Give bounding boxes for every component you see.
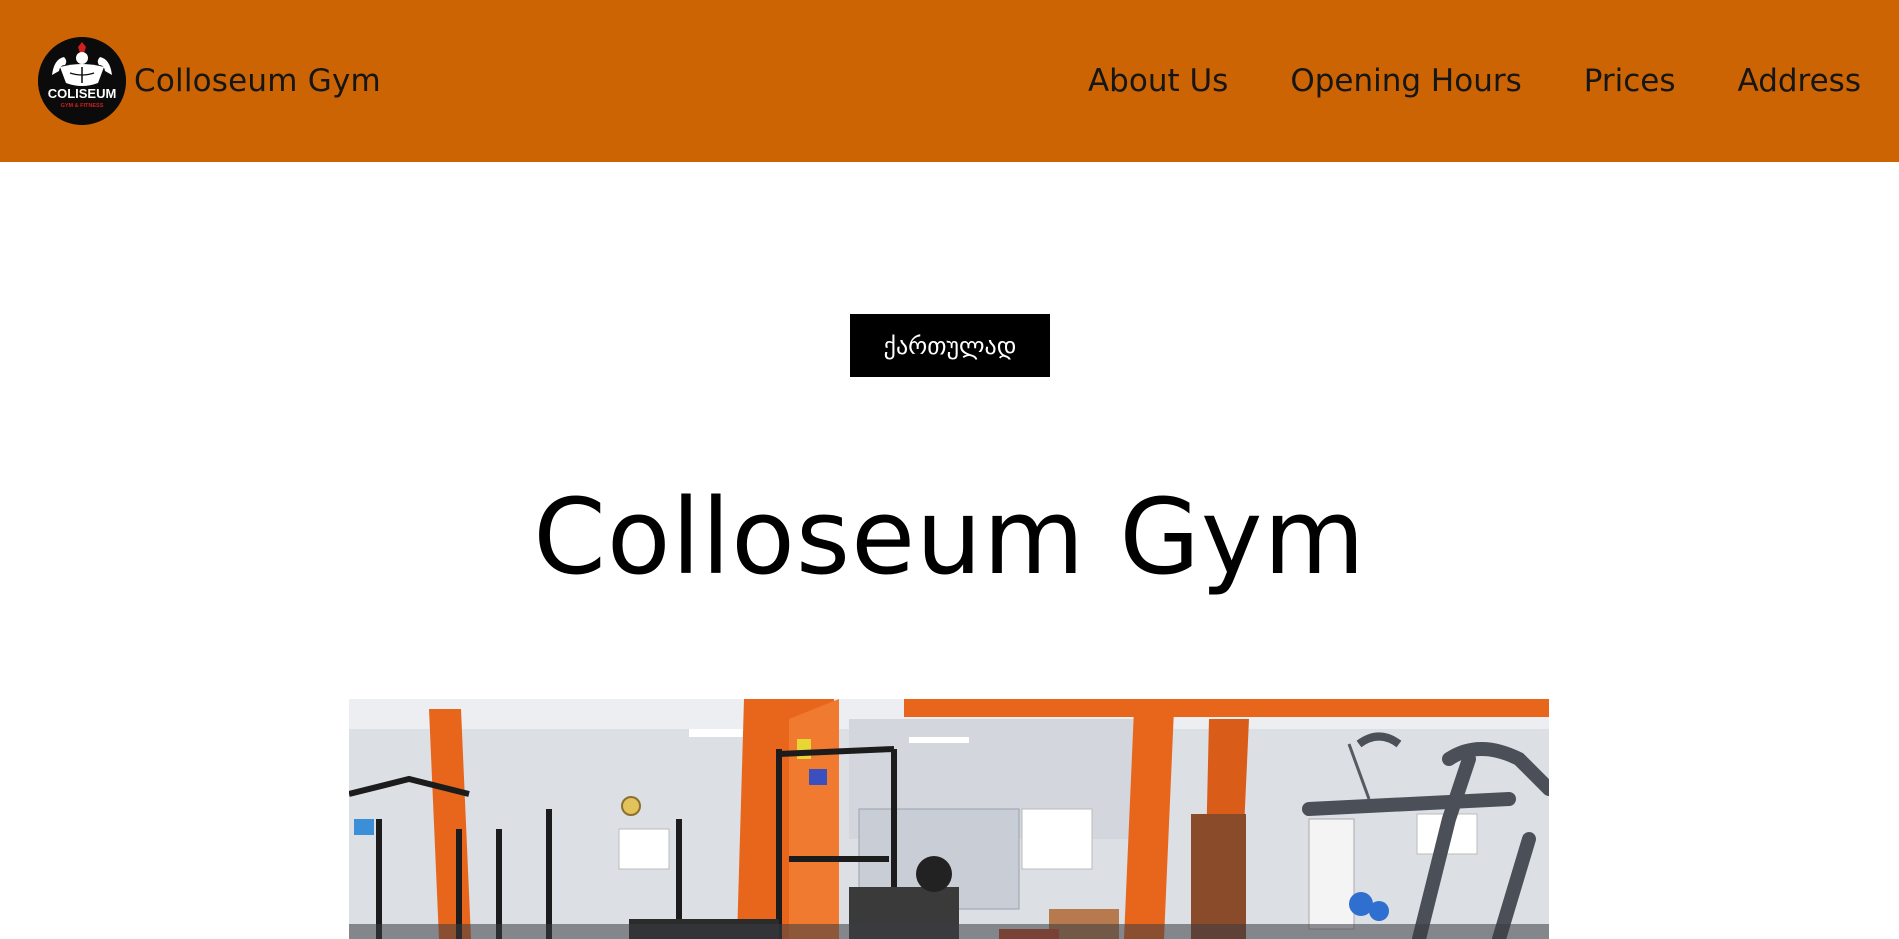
page-title: Colloseum Gym — [533, 476, 1366, 598]
nav-prices[interactable]: Prices — [1584, 63, 1676, 99]
main-nav: About Us Opening Hours Prices Address — [1026, 0, 1861, 162]
language-switch-button[interactable]: ქართულად — [850, 314, 1050, 377]
svg-text:GYM & FITNESS: GYM & FITNESS — [61, 103, 104, 109]
gym-interior-photo — [349, 699, 1549, 939]
nav-opening-hours[interactable]: Opening Hours — [1290, 63, 1521, 99]
nav-about-us[interactable]: About Us — [1088, 63, 1228, 99]
nav-address[interactable]: Address — [1738, 63, 1861, 99]
top-navigation-bar: COLISEUM GYM & FITNESS Colloseum Gym Abo… — [0, 0, 1899, 162]
coliseum-logo-icon: COLISEUM GYM & FITNESS — [38, 37, 126, 125]
brand-name: Colloseum Gym — [134, 63, 381, 99]
brand-home-link[interactable]: COLISEUM GYM & FITNESS Colloseum Gym — [38, 37, 381, 125]
svg-text:COLISEUM: COLISEUM — [48, 86, 117, 101]
